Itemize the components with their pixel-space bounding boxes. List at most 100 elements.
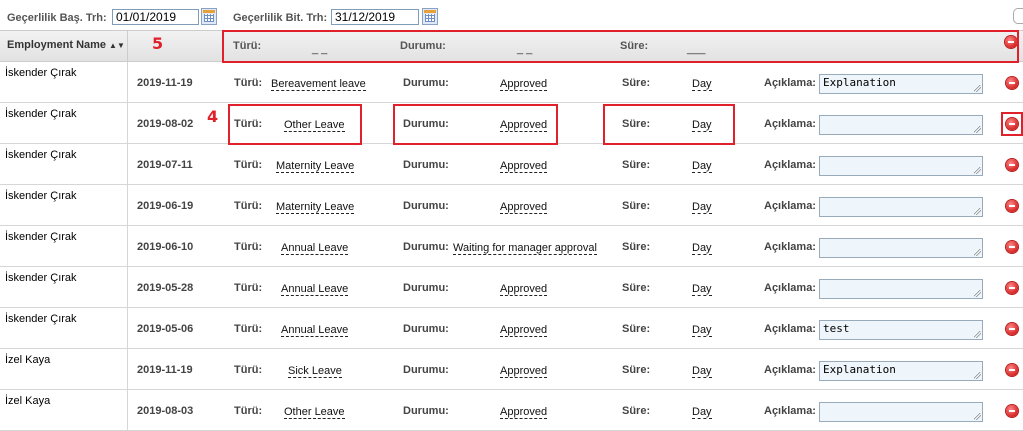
remove-row-icon[interactable] xyxy=(1006,323,1018,335)
start-date-label: Geçerlilik Baş. Trh: xyxy=(7,12,107,24)
employee-name: İskender Çırak xyxy=(0,226,128,266)
duration-value[interactable]: Day xyxy=(692,406,712,419)
leave-date: 2019-08-02 xyxy=(137,118,194,130)
leave-date: 2019-06-10 xyxy=(137,241,194,253)
note-textarea[interactable] xyxy=(819,115,983,135)
duration-label: Süre: xyxy=(622,282,651,294)
resize-grip-icon[interactable] xyxy=(974,126,981,133)
duration-label: Süre: xyxy=(622,77,651,89)
resize-grip-icon[interactable] xyxy=(974,85,981,92)
note-textarea[interactable]: Explanation xyxy=(819,74,983,94)
leave-type-value[interactable]: Annual Leave xyxy=(281,283,349,296)
duration-value[interactable]: Day xyxy=(692,242,712,255)
table-row: İzel Kaya 2019-11-19 Türü: Sick Leave Du… xyxy=(0,349,1023,390)
resize-grip-icon[interactable] xyxy=(974,331,981,338)
table-row: İskender Çırak 2019-07-11 Türü: Maternit… xyxy=(0,144,1023,185)
annotation-box-header xyxy=(222,30,1019,63)
remove-row-icon[interactable] xyxy=(1006,241,1018,253)
resize-grip-icon[interactable] xyxy=(974,208,981,215)
type-label: Türü: xyxy=(234,241,263,253)
remove-row-icon[interactable] xyxy=(1006,364,1018,376)
start-date-input[interactable]: 01/01/2019 xyxy=(112,9,199,25)
resize-grip-icon[interactable] xyxy=(974,167,981,174)
leave-date: 2019-08-03 xyxy=(137,405,194,417)
duration-value[interactable]: Day xyxy=(692,201,712,214)
end-date-input[interactable]: 31/12/2019 xyxy=(331,9,419,25)
duration-value[interactable]: Day xyxy=(692,283,712,296)
resize-grip-icon[interactable] xyxy=(974,372,981,379)
annotation-box-status xyxy=(393,104,558,145)
sort-icon[interactable]: ▲▼ xyxy=(109,41,125,50)
leave-status-value[interactable]: Approved xyxy=(500,78,548,91)
status-label: Durumu: xyxy=(403,77,449,89)
note-textarea[interactable] xyxy=(819,238,983,258)
resize-grip-icon[interactable] xyxy=(974,249,981,256)
leave-type-value[interactable]: Maternity Leave xyxy=(276,160,355,173)
start-calendar-icon[interactable] xyxy=(201,8,217,25)
annotation-box-duration xyxy=(603,104,735,145)
remove-row-icon[interactable] xyxy=(1006,159,1018,171)
employee-name: İskender Çırak xyxy=(0,185,128,225)
table-row: İskender Çırak 2019-05-06 Türü: Annual L… xyxy=(0,308,1023,349)
note-label: Açıklama: xyxy=(764,241,816,253)
leave-type-value[interactable]: Annual Leave xyxy=(281,242,349,255)
duration-value[interactable]: Day xyxy=(692,365,712,378)
status-label: Durumu: xyxy=(403,282,449,294)
note-textarea[interactable]: test xyxy=(819,320,983,340)
type-label: Türü: xyxy=(234,200,263,212)
duration-label: Süre: xyxy=(622,323,651,335)
leave-status-value[interactable]: Approved xyxy=(500,283,548,296)
employment-name-column-header[interactable]: Employment Name ▲▼ xyxy=(0,31,128,61)
leave-type-value[interactable]: Other Leave xyxy=(284,406,345,419)
type-label: Türü: xyxy=(234,77,263,89)
leave-status-value[interactable]: Approved xyxy=(500,365,548,378)
leave-type-value[interactable]: Sick Leave xyxy=(288,365,342,378)
leave-status-value[interactable]: Approved xyxy=(500,324,548,337)
note-textarea[interactable]: Explanation xyxy=(819,361,983,381)
note-label: Açıklama: xyxy=(764,364,816,376)
resize-grip-icon[interactable] xyxy=(974,413,981,420)
type-label: Türü: xyxy=(234,405,263,417)
leave-status-value[interactable]: Approved xyxy=(500,201,548,214)
note-textarea[interactable] xyxy=(819,402,983,422)
status-label: Durumu: xyxy=(403,405,449,417)
employee-name: İskender Çırak xyxy=(0,103,128,143)
annotation-box-remove xyxy=(1001,112,1023,136)
type-label: Türü: xyxy=(234,159,263,171)
note-label: Açıklama: xyxy=(764,200,816,212)
duration-value[interactable]: Day xyxy=(692,78,712,91)
leave-type-value[interactable]: Annual Leave xyxy=(281,324,349,337)
end-date-label: Geçerlilik Bit. Trh: xyxy=(233,12,328,24)
table-row: İskender Çırak 2019-06-10 Türü: Annual L… xyxy=(0,226,1023,267)
leave-date: 2019-11-19 xyxy=(137,77,193,89)
employee-name: İskender Çırak xyxy=(0,144,128,184)
type-label: Türü: xyxy=(234,323,263,335)
duration-value[interactable]: Day xyxy=(692,324,712,337)
remove-row-icon[interactable] xyxy=(1006,77,1018,89)
leave-status-value[interactable]: Approved xyxy=(500,406,548,419)
note-textarea[interactable] xyxy=(819,279,983,299)
employee-name: İzel Kaya xyxy=(0,390,128,430)
leave-status-value[interactable]: Approved xyxy=(500,160,548,173)
leave-type-value[interactable]: Bereavement leave xyxy=(271,78,366,91)
annotation-marker-4: 4 xyxy=(207,107,219,126)
duration-label: Süre: xyxy=(622,159,651,171)
employee-name: İskender Çırak xyxy=(0,267,128,307)
remove-row-icon[interactable] xyxy=(1006,282,1018,294)
leave-type-value[interactable]: Maternity Leave xyxy=(276,201,355,214)
leave-date: 2019-07-11 xyxy=(137,159,193,171)
duration-value[interactable]: Day xyxy=(692,160,712,173)
end-calendar-icon[interactable] xyxy=(422,8,438,25)
note-textarea[interactable] xyxy=(819,197,983,217)
remove-row-icon[interactable] xyxy=(1006,405,1018,417)
settings-toggle-button[interactable] xyxy=(1013,8,1023,24)
leave-status-value[interactable]: Waiting for manager approval xyxy=(453,242,597,255)
resize-grip-icon[interactable] xyxy=(974,290,981,297)
note-textarea[interactable] xyxy=(819,156,983,176)
table-row: İskender Çırak 2019-11-19 Türü: Bereavem… xyxy=(0,62,1023,103)
remove-row-icon[interactable] xyxy=(1006,200,1018,212)
filter-bar: Geçerlilik Baş. Trh: 01/01/2019 Geçerlil… xyxy=(0,0,1023,30)
leave-date: 2019-05-28 xyxy=(137,282,194,294)
note-label: Açıklama: xyxy=(764,323,816,335)
type-label: Türü: xyxy=(234,282,263,294)
